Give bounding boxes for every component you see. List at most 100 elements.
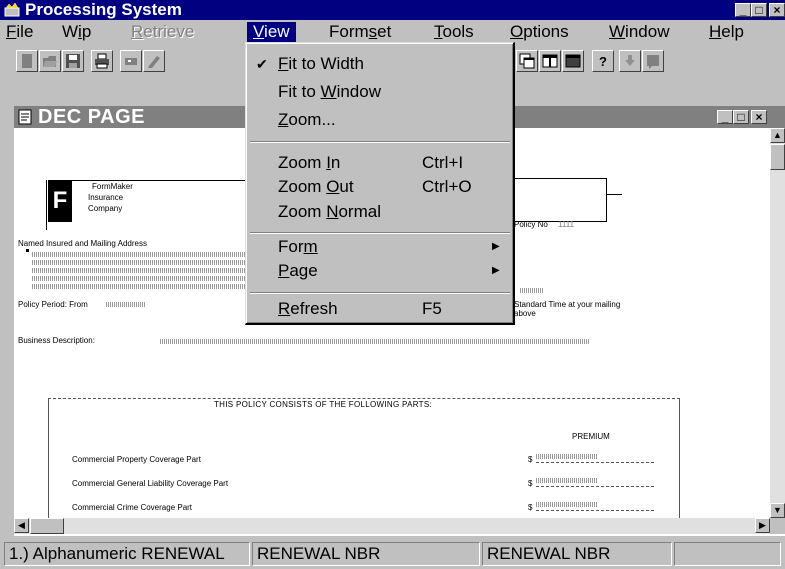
company-name-line-1: FormMaker	[92, 182, 133, 191]
menu-retrieve[interactable]: Retrieve	[125, 22, 200, 42]
standard-time-text: Standard Time at your mailing	[514, 300, 621, 309]
help-question-icon: ?	[599, 54, 607, 69]
toolbar-button-8[interactable]	[539, 50, 561, 72]
toolbar-button-7[interactable]	[516, 50, 538, 72]
status-cell-2: RENEWAL NBR	[252, 542, 480, 566]
download-button[interactable]	[619, 50, 641, 72]
part-label-2: Commercial General Liability Coverage Pa…	[72, 479, 229, 488]
new-document-button[interactable]	[16, 50, 38, 72]
status-cell-3: RENEWAL NBR	[482, 542, 672, 566]
app-title: Processing System	[25, 0, 182, 19]
app-title-bar[interactable]: Processing System _ □ ×	[0, 0, 785, 20]
new-document-icon	[22, 54, 32, 68]
menu-tools[interactable]: Tools	[428, 22, 480, 42]
document-icon	[18, 109, 32, 125]
company-logo-letter: F	[52, 187, 68, 214]
scroll-right-icon[interactable]: ▶	[755, 518, 770, 533]
part-label-1: Commercial Property Coverage Part	[72, 455, 201, 464]
toolbar-button-12[interactable]	[642, 50, 664, 72]
status-cell-1: 1.) Alphanumeric RENEWAL	[4, 542, 250, 566]
vertical-scroll-thumb[interactable]	[770, 144, 785, 170]
print-button[interactable]	[91, 50, 113, 72]
document-window-title: DEC PAGE	[38, 106, 145, 128]
toolbar-button-5[interactable]	[120, 50, 142, 72]
policy-period-label: Policy Period: From	[18, 300, 88, 309]
view-dropdown-menu: ✔ Fit to Width Fit to Window Zoom... Zoo…	[245, 42, 515, 325]
menu-item-refresh[interactable]: Refresh F5	[246, 298, 512, 320]
maximize-button[interactable]: □	[751, 3, 767, 17]
above-text: above	[514, 309, 536, 318]
document-minimize-button[interactable]: _	[717, 110, 733, 124]
menu-view[interactable]: View	[247, 22, 296, 42]
scroll-up-icon[interactable]: ▲	[770, 128, 785, 143]
menu-window[interactable]: Window	[603, 22, 675, 42]
tag-icon	[125, 58, 137, 65]
policy-box	[512, 178, 607, 222]
minimize-button[interactable]: _	[735, 3, 751, 17]
menu-item-fit-to-width[interactable]: ✔ Fit to Width	[246, 53, 512, 75]
window-icon	[565, 54, 581, 68]
note-icon	[647, 55, 659, 69]
menu-separator	[250, 292, 510, 294]
vertical-scrollbar[interactable]: ▲ ▼	[770, 128, 785, 518]
menu-item-zoom-normal[interactable]: Zoom Normal	[246, 201, 512, 223]
printer-icon	[95, 53, 109, 69]
policy-no-value: 1111	[558, 220, 575, 229]
policy-parts-heading: THIS POLICY CONSISTS OF THE FOLLOWING PA…	[214, 400, 432, 409]
company-logo: F	[48, 180, 72, 222]
close-button[interactable]: ×	[769, 3, 785, 17]
menu-item-page[interactable]: Page ▶	[246, 260, 512, 282]
document-close-button[interactable]: ×	[751, 110, 767, 124]
menu-bar: File Wip Retrieve View Formset Tools Opt…	[0, 20, 785, 44]
status-bar: 1.) Alphanumeric RENEWAL RENEWAL NBR REN…	[0, 540, 785, 569]
scroll-left-icon[interactable]: ◀	[14, 518, 29, 533]
window-tile-icon	[542, 54, 558, 68]
menu-wip[interactable]: Wip	[56, 22, 97, 42]
submenu-arrow-icon: ▶	[492, 241, 500, 252]
business-description-label: Business Description:	[18, 336, 95, 345]
document-maximize-button[interactable]: □	[733, 110, 749, 124]
checkmark-icon: ✔	[256, 56, 268, 72]
part-label-3: Commercial Crime Coverage Part	[72, 503, 193, 512]
menu-item-zoom-in[interactable]: Zoom In Ctrl+I	[246, 152, 512, 174]
submenu-arrow-icon: ▶	[492, 265, 500, 276]
menu-separator	[250, 141, 510, 143]
menu-item-form[interactable]: Form ▶	[246, 236, 512, 258]
open-button[interactable]	[39, 50, 61, 72]
part-currency-2: $	[528, 479, 533, 488]
menu-item-fit-to-window[interactable]: Fit to Window	[246, 81, 512, 103]
save-button[interactable]	[62, 50, 84, 72]
save-disk-icon	[66, 54, 80, 68]
company-name-line-2: Insurance	[88, 193, 124, 202]
app-icon	[4, 2, 20, 17]
menu-help[interactable]: Help	[703, 22, 750, 42]
company-name-line-3: Company	[88, 204, 123, 213]
refresh-shortcut: F5	[422, 299, 442, 318]
open-folder-icon	[43, 56, 57, 67]
help-button[interactable]: ?	[592, 50, 614, 72]
menu-file[interactable]: File	[0, 22, 39, 42]
zoom-in-shortcut: Ctrl+I	[422, 153, 464, 172]
menu-options[interactable]: Options	[504, 22, 575, 42]
status-cell-4	[674, 542, 781, 566]
toolbar-button-9[interactable]	[562, 50, 584, 72]
pencil-icon	[148, 56, 160, 68]
premium-heading: PREMIUM	[572, 432, 610, 441]
menu-formset[interactable]: Formset	[323, 22, 397, 42]
horizontal-scrollbar[interactable]: ◀ ▶	[14, 518, 770, 534]
zoom-out-shortcut: Ctrl+O	[422, 177, 472, 196]
horizontal-scroll-thumb[interactable]	[30, 518, 64, 534]
menu-separator	[250, 232, 510, 234]
part-currency-3: $	[528, 503, 533, 512]
scroll-down-icon[interactable]: ▼	[770, 503, 785, 518]
menu-item-zoom[interactable]: Zoom...	[246, 109, 512, 131]
window-cascade-icon	[519, 53, 535, 69]
part-currency-1: $	[528, 455, 533, 464]
svg-text:?: ?	[599, 54, 607, 69]
size-grip[interactable]	[770, 518, 785, 534]
named-insured-label: Named Insured and Mailing Address	[18, 239, 147, 248]
policy-no-label: Policy No	[514, 220, 548, 229]
arrow-down-icon	[625, 55, 635, 66]
edit-button[interactable]	[143, 50, 165, 72]
menu-item-zoom-out[interactable]: Zoom Out Ctrl+O	[246, 176, 512, 198]
